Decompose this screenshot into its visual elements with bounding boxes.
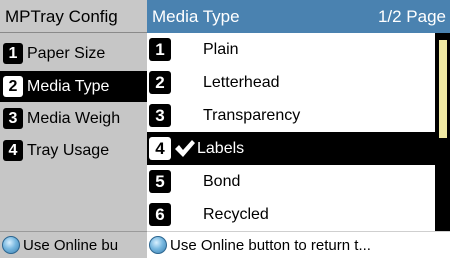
menu-item-media-type[interactable]: 2 Media Type (0, 71, 147, 102)
list-item-letterhead[interactable]: 2 Letterhead (147, 66, 435, 99)
menu-item-media-weight[interactable]: 3 Media Weigh (0, 103, 147, 134)
item-number-badge: 4 (3, 140, 23, 161)
item-number-badge: 5 (149, 170, 171, 193)
item-number-badge: 4 (149, 137, 171, 160)
media-type-list: 1 Plain 2 Letterhead 3 Transparency 4 La… (147, 33, 435, 231)
parent-menu-title: MPTray Config (0, 0, 147, 33)
list-item-label: Labels (197, 140, 245, 157)
parent-status-bar: Use Online bu (0, 231, 147, 258)
page-indicator: 1/2 Page (377, 7, 446, 26)
list-item-transparency[interactable]: 3 Transparency (147, 99, 435, 132)
scrollbar[interactable] (435, 33, 450, 231)
item-number-badge: 2 (3, 76, 23, 97)
menu-item-label: Media Weigh (27, 110, 121, 127)
item-number-badge: 1 (3, 43, 23, 64)
list-item-bond[interactable]: 5 Bond (147, 165, 435, 198)
list-item-labels[interactable]: 4 Labels (147, 132, 435, 165)
submenu-panel: Media Type 1/2 Page 1 Plain 2 Letterhead… (147, 0, 450, 258)
item-number-badge: 1 (149, 38, 171, 61)
status-text: Use Online bu (23, 236, 119, 254)
scrollbar-thumb[interactable] (439, 40, 447, 138)
online-button-icon (2, 236, 20, 254)
submenu-status-bar: Use Online button to return t... (147, 231, 450, 258)
item-number-badge: 3 (149, 104, 171, 127)
list-item-label: Plain (203, 41, 239, 58)
parent-menu-panel: MPTray Config 1 Paper Size 2 Media Type … (0, 0, 147, 258)
submenu-title: Media Type (152, 7, 240, 26)
list-item-label: Bond (203, 173, 241, 190)
status-text: Use Online button to return t... (170, 236, 371, 254)
menu-item-tray-usage[interactable]: 4 Tray Usage (0, 135, 147, 166)
list-item-plain[interactable]: 1 Plain (147, 33, 435, 66)
menu-item-label: Media Type (27, 78, 110, 95)
list-item-label: Transparency (203, 107, 301, 124)
item-number-badge: 2 (149, 71, 171, 94)
menu-item-label: Paper Size (27, 45, 106, 62)
list-item-recycled[interactable]: 6 Recycled (147, 198, 435, 231)
menu-item-paper-size[interactable]: 1 Paper Size (0, 38, 147, 69)
submenu-header: Media Type 1/2 Page (147, 0, 450, 33)
item-number-badge: 6 (149, 203, 171, 226)
checkmark-icon (175, 140, 195, 157)
menu-item-label: Tray Usage (27, 142, 110, 159)
list-item-label: Letterhead (203, 74, 280, 91)
list-item-label: Recycled (203, 206, 269, 223)
item-number-badge: 3 (3, 108, 23, 129)
online-button-icon (149, 236, 167, 254)
